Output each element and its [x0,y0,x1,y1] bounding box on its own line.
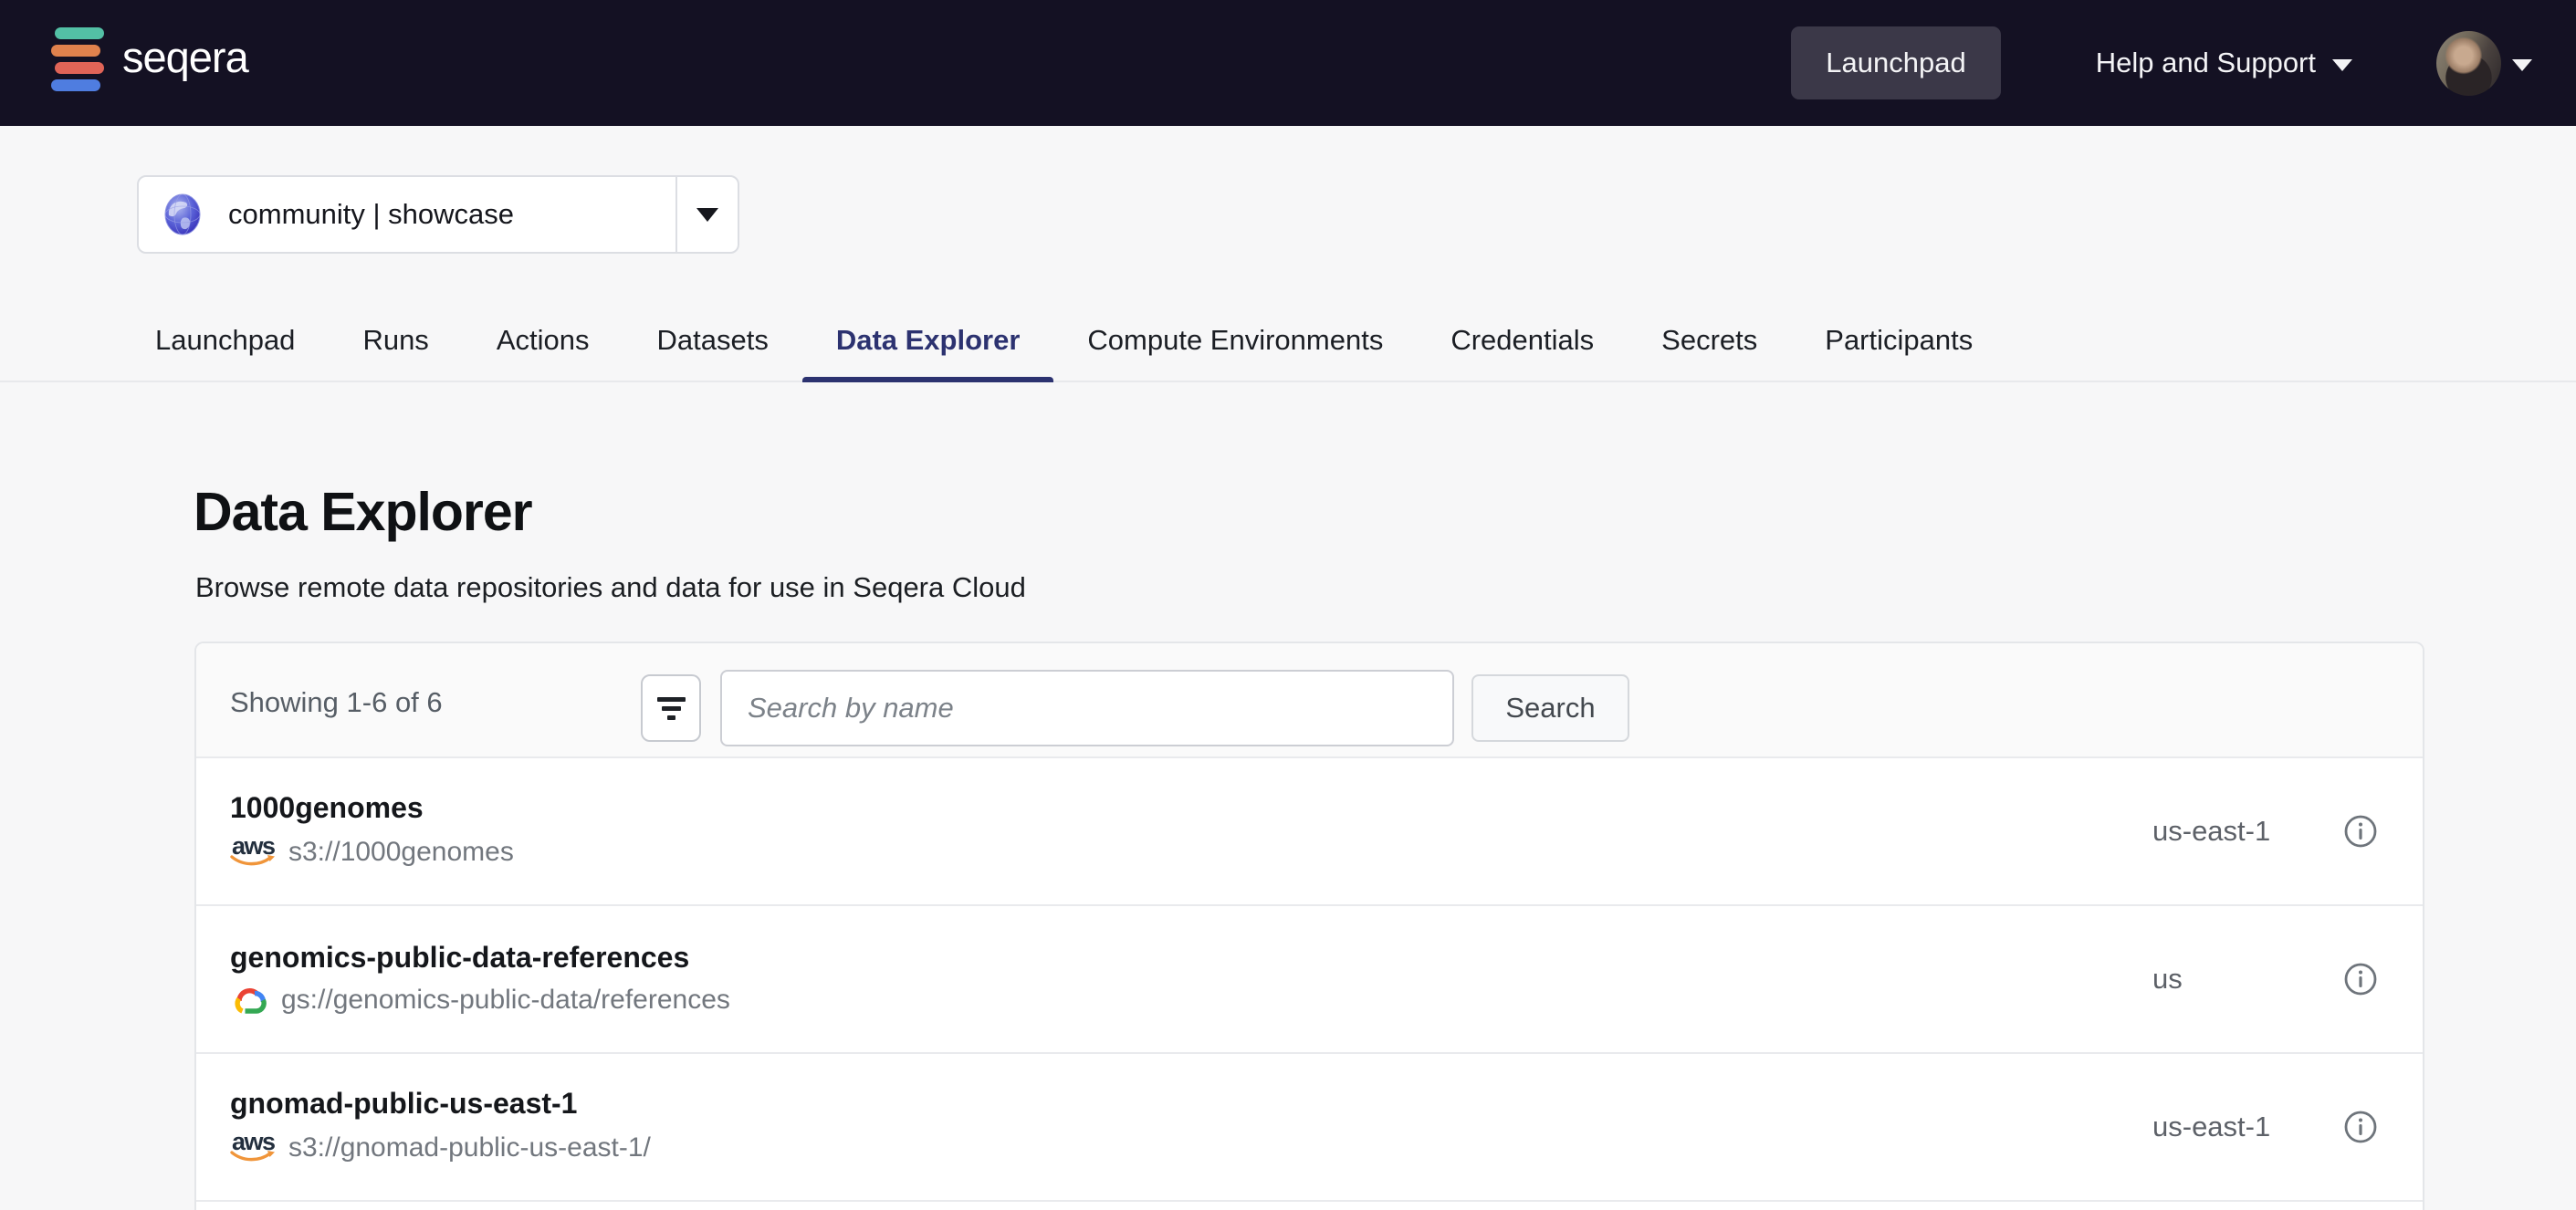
tab-secrets[interactable]: Secrets [1628,316,1791,381]
help-and-support-menu[interactable]: Help and Support [2096,47,2352,79]
tab-compute-environments[interactable]: Compute Environments [1053,316,1417,381]
data-links-card: Showing 1-6 of 6 Search 1000genomes aws [194,642,2424,1210]
bucket-region: us-east-1 [2152,815,2335,848]
info-icon[interactable] [2335,814,2386,849]
page-subtitle: Browse remote data repositories and data… [195,571,1026,604]
info-icon[interactable] [2335,962,2386,996]
aws-icon: aws [230,1130,276,1166]
data-explorer-page: seqera Launchpad Help and Support [0,0,2576,1210]
tab-credentials[interactable]: Credentials [1417,316,1628,381]
bucket-row-gnomad-public-us-east-1[interactable]: gnomad-public-us-east-1 aws s3://gnomad-… [196,1054,2423,1202]
bucket-name[interactable]: 1000genomes [230,792,2152,824]
tab-launchpad[interactable]: Launchpad [121,316,329,381]
seqera-logo[interactable]: seqera [51,27,248,91]
bucket-uri: s3://gnomad-public-us-east-1/ [288,1132,651,1163]
chevron-down-icon [2512,59,2532,71]
tab-runs[interactable]: Runs [329,316,462,381]
bucket-row-genomics-public-data-references[interactable]: genomics-public-data-references gs://gen… [196,906,2423,1054]
launchpad-button[interactable]: Launchpad [1791,26,2000,99]
tab-data-explorer[interactable]: Data Explorer [802,316,1054,381]
chevron-down-icon [696,208,718,222]
google-cloud-icon [230,984,268,1017]
workspace-selector: community | showcase [137,175,739,254]
bucket-name[interactable]: genomics-public-data-references [230,942,2152,974]
workspace-tabs: Launchpad Runs Actions Datasets Data Exp… [121,316,2006,381]
user-menu[interactable] [2436,31,2532,96]
list-toolbar: Showing 1-6 of 6 Search [196,643,2423,758]
page-title: Data Explorer [194,481,532,543]
aws-icon: aws [230,834,276,871]
tab-datasets[interactable]: Datasets [623,316,801,381]
avatar[interactable] [2436,31,2501,96]
globe-icon [161,193,204,236]
search-input[interactable] [720,670,1454,746]
navbar-right: Launchpad Help and Support [1791,0,2532,126]
bucket-uri: gs://genomics-public-data/references [281,985,730,1015]
info-icon[interactable] [2335,1110,2386,1144]
showing-count: Showing 1-6 of 6 [230,686,443,719]
filter-button[interactable] [641,674,701,742]
top-navbar: seqera Launchpad Help and Support [0,0,2576,126]
bucket-name[interactable]: gnomad-public-us-east-1 [230,1088,2152,1120]
brand-name: seqera [122,36,248,84]
help-and-support-label: Help and Support [2096,47,2316,79]
tab-participants[interactable]: Participants [1791,316,2006,381]
workspace-selector-dropdown-button[interactable] [675,177,738,252]
workspace-selector-value[interactable]: community | showcase [139,177,675,252]
bucket-region: us-east-1 [2152,1111,2335,1143]
workspace-name: community | showcase [228,198,514,231]
tab-actions[interactable]: Actions [463,316,623,381]
bucket-uri: s3://1000genomes [288,837,514,867]
bucket-region: us [2152,963,2335,996]
search-button[interactable]: Search [1471,674,1629,742]
seqera-logo-icon [51,27,104,91]
bucket-row-1000genomes[interactable]: 1000genomes aws s3://1000genomes us-east… [196,758,2423,906]
chevron-down-icon [2332,59,2352,71]
filter-icon [657,697,686,720]
